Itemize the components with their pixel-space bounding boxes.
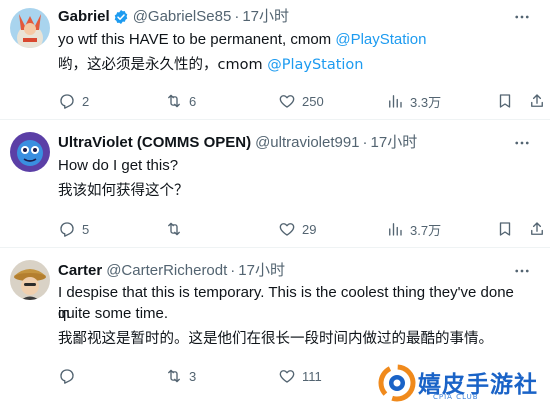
action-bar: 2 6 250 3.3万 (58, 91, 543, 111)
avatar[interactable] (10, 260, 50, 300)
avatar[interactable] (10, 132, 50, 172)
retweet-icon (168, 369, 180, 383)
separator: · (230, 262, 236, 279)
more-options-icon[interactable] (512, 261, 532, 281)
tweet-header: UltraViolet (COMMS OPEN) @ultraviolet991… (58, 133, 417, 153)
views-button[interactable]: 3.3万 (386, 91, 441, 111)
retweet-button[interactable] (165, 219, 189, 239)
like-button[interactable]: 29 (278, 219, 316, 239)
share-icon (531, 94, 543, 107)
like-count: 111 (302, 368, 322, 384)
reply-button[interactable]: 2 (58, 91, 89, 111)
action-bar: 5 29 3.7万 (58, 219, 543, 239)
timestamp[interactable]: 17小时 (238, 261, 285, 281)
bookmark-icon (499, 94, 511, 108)
tweet-header: Gabriel @GabrielSe85 · 17小时 (58, 7, 289, 27)
tweet[interactable]: Gabriel @GabrielSe85 · 17小时 yo wtf this … (0, 0, 550, 120)
analytics-icon (389, 223, 402, 236)
tweet-text: yo wtf this HAVE to be permanent, cmom @… (58, 29, 528, 50)
mention-link[interactable]: @PlayStation (335, 31, 426, 48)
bookmark-icon (499, 222, 511, 236)
timestamp[interactable]: 17小时 (371, 133, 418, 153)
separator: · (234, 8, 240, 25)
author-name[interactable]: Gabriel (58, 7, 110, 27)
view-count: 3.3万 (410, 94, 442, 110)
bookmark-button[interactable] (496, 219, 514, 239)
view-count: 3.7万 (410, 222, 442, 238)
retweet-icon (168, 222, 180, 236)
retweet-button[interactable]: 6 (165, 91, 196, 111)
reply-button[interactable] (58, 366, 82, 386)
tweet-text: How do I get this? (58, 157, 179, 174)
reply-count: 2 (82, 93, 90, 109)
like-button[interactable]: 111 (278, 366, 322, 386)
share-icon (531, 222, 543, 235)
retweet-icon (168, 94, 180, 108)
mention-link[interactable]: @PlayStation (267, 57, 363, 73)
author-handle[interactable]: @CarterRicherodt (106, 261, 227, 281)
retweet-count: 3 (189, 368, 197, 384)
reply-count: 5 (82, 221, 90, 237)
retweet-count: 6 (189, 93, 197, 109)
reply-icon (60, 369, 74, 384)
verified-badge-icon (114, 10, 127, 24)
share-button[interactable] (528, 219, 546, 239)
retweet-button[interactable]: 3 (165, 366, 196, 386)
author-name[interactable]: Carter (58, 261, 102, 281)
heart-icon (279, 223, 295, 236)
tweet-translation: 我鄙视这是暂时的。这是他们在很长一段时间内做过的最酷的事情。 (58, 331, 493, 347)
more-options-icon[interactable] (512, 7, 532, 27)
logo-icon (378, 364, 416, 402)
tweet-translation: 哟，这必须是永久性的，cmom @PlayStation (58, 55, 528, 76)
tweet-translation: 我该如何获得这个？ (58, 183, 189, 199)
tweet-header: Carter @CarterRicherodt · 17小时 (58, 261, 285, 281)
like-button[interactable]: 250 (278, 91, 324, 111)
tweet[interactable]: UltraViolet (COMMS OPEN) @ultraviolet991… (0, 120, 550, 248)
bookmark-button[interactable] (496, 91, 514, 111)
separator: · (362, 134, 368, 151)
like-count: 250 (302, 93, 324, 109)
views-button[interactable]: 3.7万 (386, 219, 441, 239)
heart-icon (279, 95, 295, 108)
author-name[interactable]: UltraViolet (COMMS OPEN) (58, 133, 251, 153)
reply-button[interactable]: 5 (58, 219, 89, 239)
author-handle[interactable]: @ultraviolet991 (255, 133, 359, 153)
tweet-text-content: yo wtf this HAVE to be permanent, cmom (58, 31, 336, 48)
more-options-icon[interactable] (512, 133, 532, 153)
analytics-icon (389, 95, 402, 108)
author-handle[interactable]: @GabrielSe85 (133, 7, 232, 27)
watermark-logo: 嬉皮手游社 CPIA CLUB (378, 362, 550, 405)
translation-content: 哟，这必须是永久性的，cmom (58, 57, 268, 73)
tweet-text-line-2: quite some time. (58, 305, 169, 322)
reply-icon (60, 94, 74, 109)
heart-icon (279, 370, 295, 383)
watermark-subtext: CPIA CLUB (433, 393, 479, 401)
reply-icon (60, 222, 74, 237)
like-count: 29 (302, 221, 317, 237)
timestamp[interactable]: 17小时 (242, 7, 289, 27)
share-button[interactable] (528, 91, 546, 111)
avatar[interactable] (10, 8, 50, 48)
